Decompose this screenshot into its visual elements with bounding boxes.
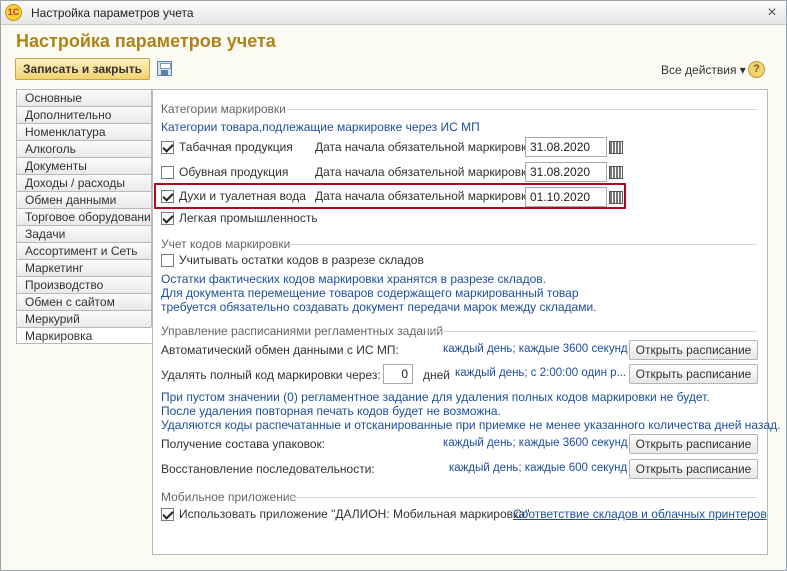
page-title: Настройка параметров учета: [16, 31, 276, 51]
shoes-date-label: Дата начала обязательной маркировки:: [315, 165, 537, 179]
codes-note-line: Остатки фактических кодов маркировки хра…: [161, 272, 546, 286]
section-divider: [289, 244, 757, 245]
sidebar-item-marking[interactable]: Маркировка: [16, 327, 152, 344]
sidebar-item-alcohol[interactable]: Алкоголь: [16, 140, 152, 157]
schedule-note-line: При пустом значении (0) регламентное зад…: [161, 390, 710, 404]
sidebar-item-documents[interactable]: Документы: [16, 157, 152, 174]
sidebar-item-assortment[interactable]: Ассортимент и Сеть: [16, 242, 152, 259]
sequence-label: Восстановление последовательности:: [161, 462, 375, 476]
auto-exchange-schedule-link[interactable]: каждый день; каждые 3600 секунд: [443, 343, 628, 355]
open-schedule-button[interactable]: Открыть расписание: [629, 340, 758, 360]
calendar-icon[interactable]: [608, 164, 624, 180]
marking-categories-subheading: Категории товара,подлежащие маркировке ч…: [161, 120, 480, 134]
auto-exchange-label: Автоматический обмен данными с ИС МП:: [161, 343, 399, 357]
section-heading-schedules: Управление расписаниями регламентных зад…: [161, 324, 444, 338]
delete-days-unit: дней: [423, 368, 451, 382]
delete-codes-schedule-link[interactable]: каждый день; с 2:00:00 один р...: [455, 367, 626, 379]
settings-panel: Категории маркировки Категории товара,по…: [152, 89, 780, 555]
schedule-note-line: После удаления повторная печать кодов бу…: [161, 404, 501, 418]
codes-note-line: требуется обязательно создавать документ…: [161, 300, 597, 314]
mobile-app-label: Использовать приложение "ДАЛИОН: Мобильн…: [179, 507, 530, 521]
save-icon[interactable]: [157, 61, 172, 76]
section-divider: [425, 331, 757, 332]
sidebar-item-mercury[interactable]: Меркурий: [16, 310, 152, 327]
light-industry-label: Легкая промышленность: [179, 211, 318, 225]
sidebar-item-trade-equipment[interactable]: Торговое оборудование: [16, 208, 152, 225]
section-divider: [287, 497, 757, 498]
help-icon[interactable]: ?: [748, 61, 765, 78]
mobile-app-checkbox[interactable]: [161, 508, 174, 521]
tobacco-label: Табачная продукция: [179, 140, 293, 154]
sidebar-item-data-exchange[interactable]: Обмен данными: [16, 191, 152, 208]
highlight-frame: [154, 183, 626, 209]
settings-window: 1С Настройка параметров учета × Настройк…: [0, 0, 787, 571]
tobacco-checkbox[interactable]: [161, 141, 174, 154]
sidebar-item-tasks[interactable]: Задачи: [16, 225, 152, 242]
open-schedule-button[interactable]: Открыть расписание: [629, 434, 758, 454]
title-bar: 1С Настройка параметров учета ×: [1, 1, 786, 25]
sidebar-item-marketing[interactable]: Маркетинг: [16, 259, 152, 276]
sidebar-item-main[interactable]: Основные: [16, 89, 152, 106]
sequence-schedule-link[interactable]: каждый день; каждые 600 секунд: [449, 462, 627, 474]
open-schedule-button[interactable]: Открыть расписание: [629, 459, 758, 479]
codes-note-line: Для документа перемещение товаров содерж…: [161, 286, 579, 300]
shoes-checkbox[interactable]: [161, 166, 174, 179]
calendar-icon[interactable]: [608, 139, 624, 155]
all-actions-menu[interactable]: Все действия ▾: [661, 63, 746, 77]
sidebar-item-site-exchange[interactable]: Обмен с сайтом: [16, 293, 152, 310]
window-title: Настройка параметров учета: [31, 6, 194, 20]
warehouse-codes-checkbox[interactable]: [161, 254, 174, 267]
sidebar-item-production[interactable]: Производство: [16, 276, 152, 293]
shoes-label: Обувная продукция: [179, 165, 289, 179]
section-divider: [287, 109, 757, 110]
delete-days-input[interactable]: 0: [383, 364, 413, 384]
open-schedule-button[interactable]: Открыть расписание: [629, 364, 758, 384]
printer-mapping-link[interactable]: Соответствие складов и облачных принтеро…: [513, 507, 767, 521]
close-icon[interactable]: ×: [764, 5, 780, 21]
sidebar-nav: Основные Дополнительно Номенклатура Алко…: [16, 89, 152, 344]
shoes-date-field[interactable]: 31.08.2020: [525, 162, 607, 182]
light-industry-checkbox[interactable]: [161, 212, 174, 225]
app-logo-icon: 1С: [5, 4, 22, 21]
sidebar-item-additional[interactable]: Дополнительно: [16, 106, 152, 123]
schedule-note-line: Удаляются коды распечатанные и отсканиро…: [161, 418, 781, 432]
save-and-close-button[interactable]: Записать и закрыть: [15, 58, 150, 80]
section-heading-marking-categories: Категории маркировки: [161, 102, 286, 116]
packages-schedule-link[interactable]: каждый день; каждые 3600 секунд: [443, 437, 628, 449]
warehouse-codes-label: Учитывать остатки кодов в разрезе складо…: [179, 253, 424, 267]
section-heading-codes-accounting: Учет кодов маркировки: [161, 237, 291, 251]
sidebar-item-income-expense[interactable]: Доходы / расходы: [16, 174, 152, 191]
section-heading-mobile: Мобильное приложение: [161, 490, 297, 504]
tobacco-date-label: Дата начала обязательной маркировки:: [315, 140, 537, 154]
delete-codes-label: Удалять полный код маркировки через:: [161, 368, 381, 382]
sidebar-item-nomenclature[interactable]: Номенклатура: [16, 123, 152, 140]
tobacco-date-field[interactable]: 31.08.2020: [525, 137, 607, 157]
packages-label: Получение состава упаковок:: [161, 437, 326, 451]
